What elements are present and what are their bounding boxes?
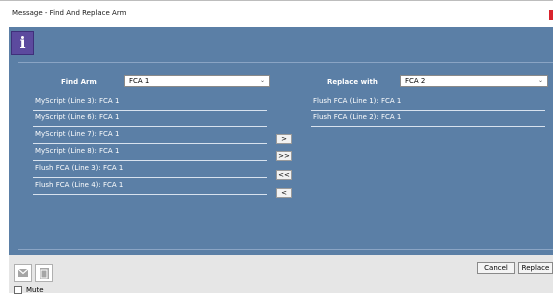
move-one-button[interactable]: >	[276, 134, 292, 144]
find-arm-label: Find Arm	[61, 78, 97, 86]
copy-button[interactable]	[35, 264, 53, 282]
replace-with-label: Replace with	[327, 78, 378, 86]
list-item[interactable]: Flush FCA (Line 1): FCA 1	[311, 95, 545, 111]
title-bar: Message - Find And Replace Arm	[0, 0, 553, 26]
email-button[interactable]	[14, 264, 32, 282]
cancel-button[interactable]: Cancel	[477, 262, 515, 274]
replace-with-select[interactable]: FCA 2 ⌄	[400, 75, 548, 87]
bottom-bar	[9, 255, 553, 293]
remove-one-button[interactable]: <	[276, 188, 292, 198]
list-item[interactable]: Flush FCA (Line 3): FCA 1	[33, 162, 267, 178]
copy-icon	[40, 268, 49, 279]
close-icon[interactable]	[549, 10, 553, 20]
find-arm-value: FCA 1	[129, 77, 150, 85]
find-arm-select[interactable]: FCA 1 ⌄	[124, 75, 270, 87]
list-item[interactable]: Flush FCA (Line 2): FCA 1	[311, 111, 545, 127]
replace-button[interactable]: Replace	[518, 262, 553, 274]
list-item[interactable]: MyScript (Line 8): FCA 1	[33, 145, 267, 161]
chevron-down-icon: ⌄	[537, 77, 543, 84]
move-all-button[interactable]: >>	[276, 151, 292, 161]
info-icon: i	[11, 31, 34, 55]
remove-all-button[interactable]: <<	[276, 170, 292, 180]
list-item[interactable]: MyScript (Line 7): FCA 1	[33, 128, 267, 144]
window-title: Message - Find And Replace Arm	[12, 9, 127, 17]
list-item[interactable]: MyScript (Line 3): FCA 1	[33, 95, 267, 111]
list-item[interactable]: Flush FCA (Line 4): FCA 1	[33, 179, 267, 195]
replace-with-value: FCA 2	[405, 77, 426, 85]
envelope-icon	[18, 269, 28, 277]
chevron-down-icon: ⌄	[259, 77, 265, 84]
list-item[interactable]: MyScript (Line 6): FCA 1	[33, 111, 267, 127]
